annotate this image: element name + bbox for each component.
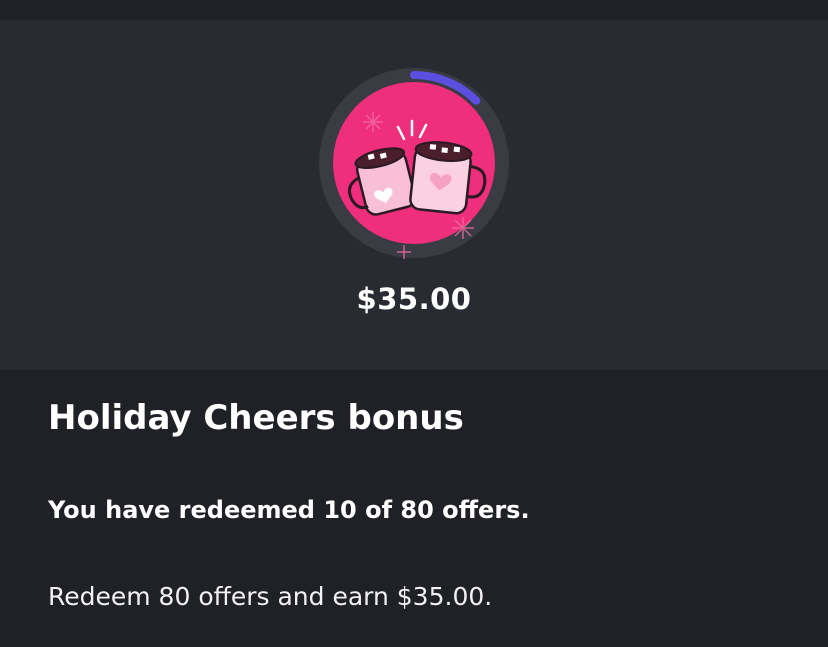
page-title: Holiday Cheers bonus [48,398,464,438]
progress-status-text: You have redeemed 10 of 80 offers. [48,496,530,524]
bonus-badge [318,67,510,259]
bonus-hero: $35.00 [0,20,828,370]
bonus-description: Redeem 80 offers and earn $35.00. [48,582,493,611]
bonus-amount: $35.00 [356,282,472,316]
progress-ring [319,68,509,259]
top-strip [0,0,828,20]
